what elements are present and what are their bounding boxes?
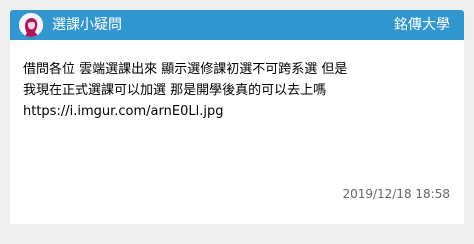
post-line: 借問各位 雲端選課出來 顯示選修課初選不可跨系選 但是 <box>23 62 348 77</box>
female-avatar-icon <box>19 13 43 37</box>
post-card: 選課小疑問 銘傳大學 借問各位 雲端選課出來 顯示選修課初選不可跨系選 但是 我… <box>10 10 464 224</box>
post-timestamp: 2019/12/18 18:58 <box>342 187 450 201</box>
post-link[interactable]: https://i.imgur.com/arnE0Ll.jpg <box>23 101 453 122</box>
post-content: 借問各位 雲端選課出來 顯示選修課初選不可跨系選 但是 我現在正式選課可以加選 … <box>23 59 453 122</box>
post-header: 選課小疑問 銘傳大學 <box>10 10 464 40</box>
post-line: 我現在正式選課可以加選 那是開學後真的可以去上嗎 <box>23 83 327 98</box>
torn-edge-divider <box>10 214 464 222</box>
forum-name[interactable]: 選課小疑問 <box>52 10 122 40</box>
avatar <box>19 13 43 37</box>
school-name: 銘傳大學 <box>394 17 450 33</box>
